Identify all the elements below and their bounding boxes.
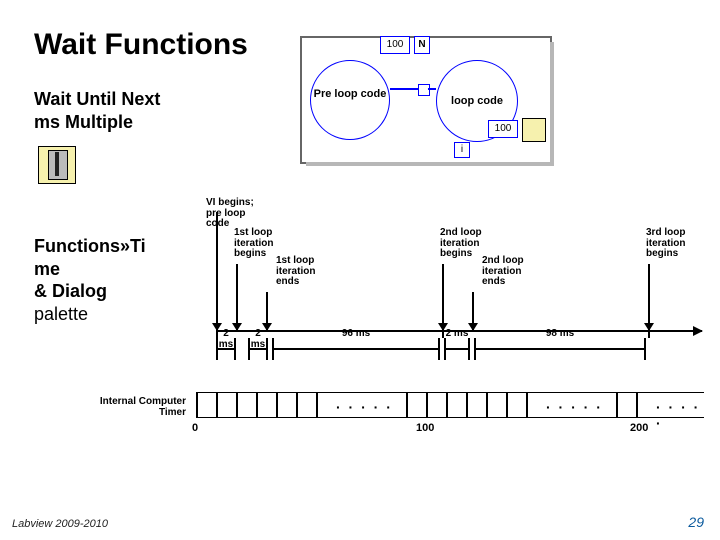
event-label: 3rd loop iteration begins xyxy=(646,228,702,260)
slide-title: Wait Functions xyxy=(34,28,248,62)
labview-block-diagram: 100 N Pre loop code loop code 100 i xyxy=(300,36,552,164)
wire xyxy=(428,88,436,90)
ict-track: · · · · · · · · · · · · · · · xyxy=(196,392,704,418)
ellipsis: · · · · · xyxy=(546,399,603,415)
wire xyxy=(390,88,418,90)
span-bar: 96 ms xyxy=(272,342,440,356)
page-number: 29 xyxy=(688,514,704,530)
loop-i-terminal: i xyxy=(454,142,470,158)
wait-function-name: Wait Until Next ms Multiple xyxy=(34,88,184,133)
event-label: 1st loop iteration ends xyxy=(276,256,332,288)
event-arrow xyxy=(648,264,650,330)
tick-label: 200 xyxy=(630,422,648,434)
event-label: VI begins; pre loop code xyxy=(206,198,262,230)
constant-100: 100 xyxy=(380,36,410,54)
metronome-icon xyxy=(38,146,76,184)
internal-timer-ruler: Internal Computer Timer · · · · · · · · … xyxy=(84,392,704,440)
palette-path: Functions»Ti me & Dialog palette xyxy=(34,235,194,325)
span-bar: 2 ms xyxy=(216,342,236,356)
loop-n-terminal: N xyxy=(414,36,430,54)
tick-label: 0 xyxy=(192,422,198,434)
event-arrow xyxy=(216,212,218,330)
ellipsis: · · · · · xyxy=(336,399,393,415)
span-bar: 98 ms xyxy=(474,342,646,356)
event-arrow xyxy=(442,264,444,330)
constant-100-inner: 100 xyxy=(488,120,518,138)
sequence-frame-icon xyxy=(418,84,430,96)
ellipsis: · · · · · xyxy=(656,399,704,431)
tick-label: 100 xyxy=(416,422,434,434)
preloop-code-node: Pre loop code xyxy=(310,60,390,140)
event-arrow xyxy=(266,292,268,330)
span-bar: 2 ms xyxy=(248,342,268,356)
span-bar: 2 ms xyxy=(444,342,470,356)
timing-diagram: VI begins; pre loop code 1st loop iterat… xyxy=(172,198,702,368)
metronome-icon xyxy=(522,118,546,142)
footer-left: Labview 2009-2010 xyxy=(12,518,108,530)
ict-label: Internal Computer Timer xyxy=(84,396,186,418)
event-arrow xyxy=(236,264,238,330)
event-label: 2nd loop iteration ends xyxy=(482,256,538,288)
event-arrow xyxy=(472,292,474,330)
